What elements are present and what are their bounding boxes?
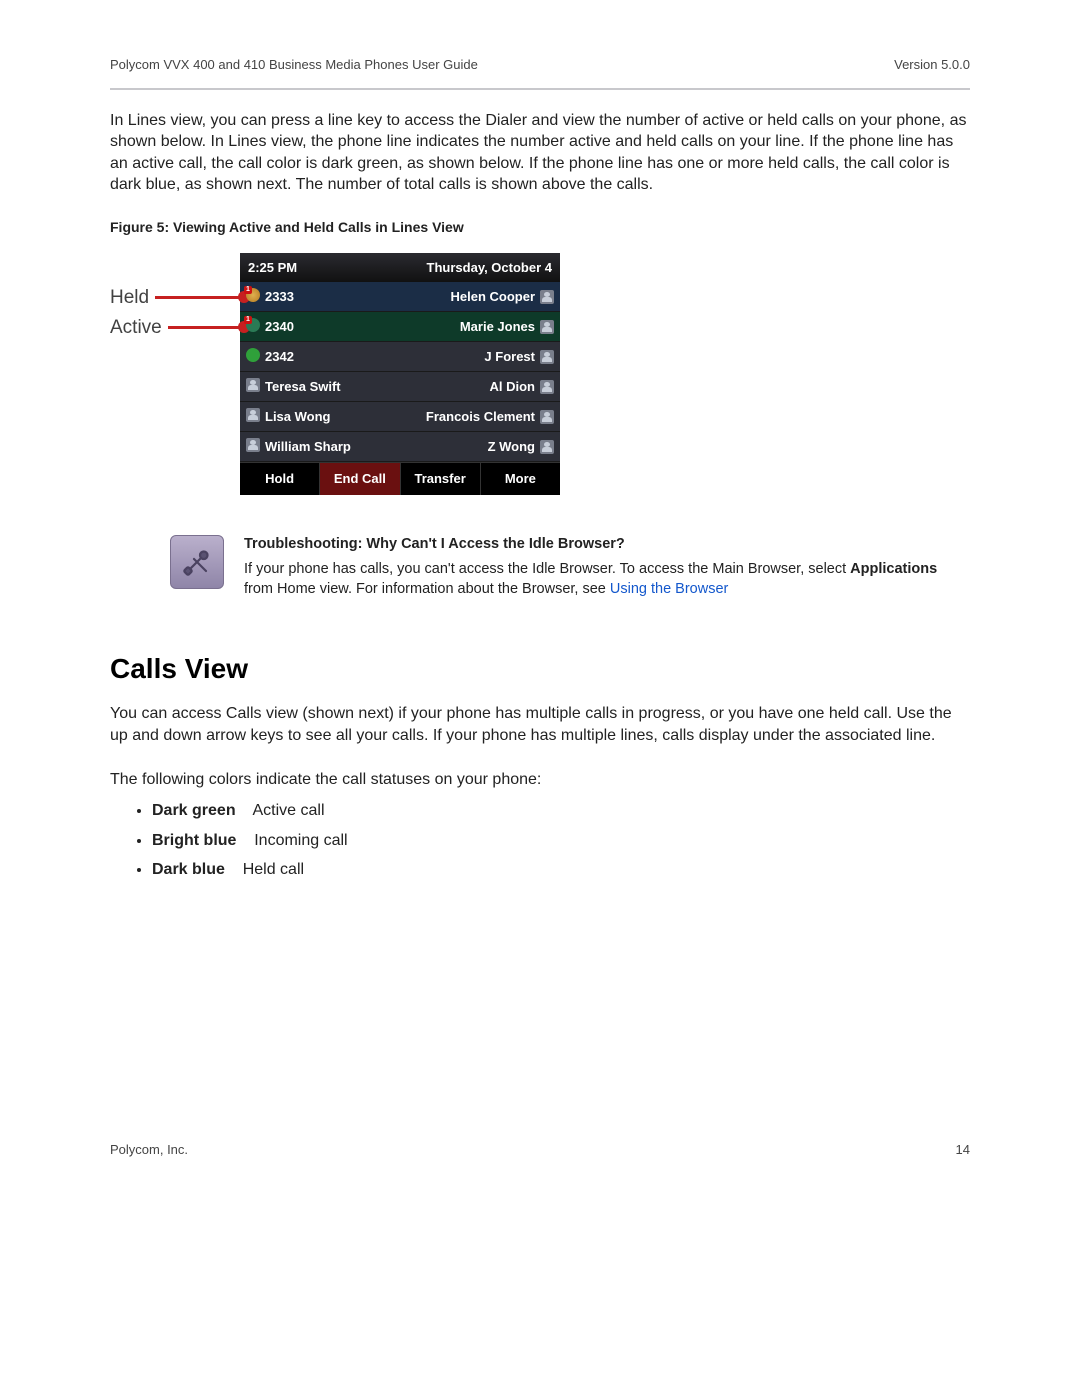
color-label: Dark blue [152, 861, 225, 878]
footer-page-number: 14 [956, 1141, 970, 1159]
line-right: Marie Jones [460, 318, 554, 336]
color-label: Bright blue [152, 832, 236, 849]
line-left-label: Lisa Wong [265, 408, 330, 426]
line-right: Al Dion [490, 378, 555, 396]
available-icon [246, 348, 260, 362]
page-header: Polycom VVX 400 and 410 Business Media P… [110, 56, 970, 90]
phone-line-row[interactable]: William Sharp Z Wong [240, 432, 560, 462]
figure-lines-view: Held Active 2:25 PM Thursday, October 4 … [110, 253, 970, 495]
line-left-label: 2340 [265, 318, 294, 336]
line-left: Lisa Wong [246, 408, 330, 427]
line-right-label: J Forest [484, 348, 535, 366]
line-left: 1 2340 [246, 318, 294, 337]
figure-caption: Figure 5: Viewing Active and Held Calls … [110, 218, 970, 237]
phone-screen: 2:25 PM Thursday, October 4 1 2333 Helen C… [240, 253, 560, 495]
color-item: Dark blue Held call [152, 859, 970, 881]
line-left: William Sharp [246, 438, 351, 457]
phone-line-row[interactable]: 1 2333 Helen Cooper [240, 282, 560, 312]
callout-active: Active [110, 315, 162, 341]
page-footer: Polycom, Inc. 14 [110, 1141, 970, 1159]
line-left: 1 2333 [246, 288, 294, 307]
line-right-label: Al Dion [490, 378, 536, 396]
phone-softkey-bar: HoldEnd CallTransferMore [240, 462, 560, 495]
line-right: Z Wong [488, 438, 554, 456]
phone-status-bar: 2:25 PM Thursday, October 4 [240, 253, 560, 283]
note-text-mid: from Home view. For information about th… [244, 581, 610, 597]
callout-leader-line [168, 326, 240, 329]
count-badge: 1 [244, 316, 252, 324]
phone-date: Thursday, October 4 [427, 259, 552, 277]
section-para-1: You can access Calls view (shown next) i… [110, 703, 970, 746]
doc-version: Version 5.0.0 [894, 56, 970, 74]
softkey-end-call[interactable]: End Call [320, 463, 400, 495]
phone-line-row[interactable]: Teresa Swift Al Dion [240, 372, 560, 402]
line-left: 2342 [246, 348, 294, 367]
count-badge: 1 [244, 286, 252, 294]
phone-line-list: 1 2333 Helen Cooper 1 2340 Marie Jones 2342 J F… [240, 282, 560, 462]
callout-leader-line [155, 296, 240, 299]
note-body: Troubleshooting: Why Can't I Access the … [244, 535, 970, 600]
softkey-hold[interactable]: Hold [240, 463, 320, 495]
note-text-bold: Applications [850, 561, 937, 577]
softkey-more[interactable]: More [481, 463, 560, 495]
line-right-label: Marie Jones [460, 318, 535, 336]
line-right: J Forest [484, 348, 554, 366]
tools-icon [170, 535, 224, 589]
person-icon [540, 410, 554, 424]
color-desc: Incoming call [236, 832, 347, 849]
color-item: Bright blue Incoming call [152, 830, 970, 852]
phone-time: 2:25 PM [248, 259, 297, 277]
person-icon [540, 440, 554, 454]
color-label: Dark green [152, 802, 236, 819]
section-para-2: The following colors indicate the call s… [110, 769, 970, 791]
softkey-transfer[interactable]: Transfer [401, 463, 481, 495]
line-left-label: 2333 [265, 288, 294, 306]
person-icon [540, 350, 554, 364]
person-icon [246, 408, 260, 422]
person-icon [540, 320, 554, 334]
footer-company: Polycom, Inc. [110, 1141, 188, 1159]
person-icon [246, 438, 260, 452]
phone-line-row[interactable]: 2342 J Forest [240, 342, 560, 372]
line-right: Francois Clement [426, 408, 554, 426]
line-right-label: Z Wong [488, 438, 535, 456]
line-right-label: Francois Clement [426, 408, 535, 426]
note-title: Troubleshooting: Why Can't I Access the … [244, 535, 970, 555]
doc-title: Polycom VVX 400 and 410 Business Media P… [110, 56, 478, 74]
line-right: Helen Cooper [450, 288, 554, 306]
note-text-pre: If your phone has calls, you can't acces… [244, 561, 850, 577]
line-right-label: Helen Cooper [450, 288, 535, 306]
person-icon [540, 290, 554, 304]
troubleshooting-note: Troubleshooting: Why Can't I Access the … [170, 535, 970, 600]
line-left: Teresa Swift [246, 378, 341, 397]
line-left-label: Teresa Swift [265, 378, 341, 396]
line-left-label: William Sharp [265, 438, 351, 456]
phone-line-row[interactable]: Lisa Wong Francois Clement [240, 402, 560, 432]
color-status-list: Dark green Active callBright blue Incomi… [110, 800, 970, 881]
intro-paragraph: In Lines view, you can press a line key … [110, 110, 970, 196]
phone-line-row[interactable]: 1 2340 Marie Jones [240, 312, 560, 342]
browser-link[interactable]: Using the Browser [610, 581, 728, 597]
color-desc: Active call [236, 802, 325, 819]
person-icon [246, 378, 260, 392]
line-left-label: 2342 [265, 348, 294, 366]
person-icon [540, 380, 554, 394]
color-desc: Held call [225, 861, 304, 878]
color-item: Dark green Active call [152, 800, 970, 822]
callout-held: Held [110, 285, 149, 311]
section-heading: Calls View [110, 650, 970, 688]
figure-callouts: Held Active [110, 253, 240, 343]
